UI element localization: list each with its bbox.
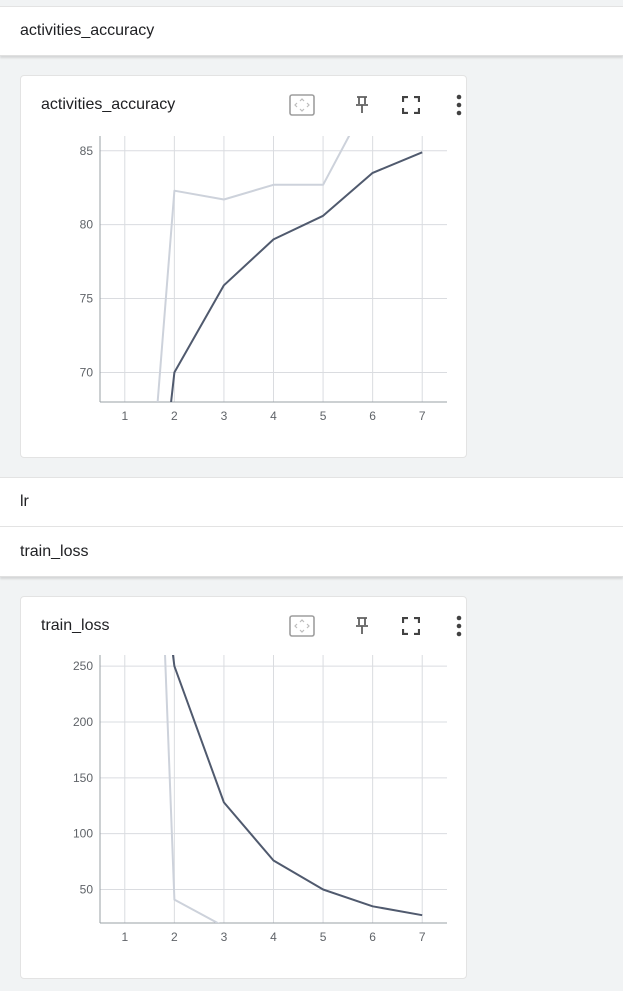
x-tick-label: 7 <box>419 409 426 423</box>
raw-series-line <box>156 136 351 402</box>
x-tick-label: 4 <box>270 409 277 423</box>
y-tick-label: 70 <box>80 365 94 379</box>
y-tick-label: 50 <box>80 883 94 897</box>
y-tick-label: 75 <box>80 292 94 306</box>
section-title: activities_accuracy <box>20 22 155 39</box>
y-tick-label: 100 <box>73 827 93 841</box>
x-tick-label: 6 <box>369 930 376 944</box>
chart-card-activities-accuracy: activities_accuracy 1 2 3 4 5 6 7 70 75 80 <box>20 75 467 458</box>
y-tick-label: 85 <box>80 144 94 158</box>
x-tick-label: 3 <box>221 409 228 423</box>
y-tick-label: 250 <box>73 659 93 673</box>
x-tick-label: 6 <box>369 409 376 423</box>
x-tick-label: 4 <box>270 930 277 944</box>
line-chart-activities-accuracy[interactable]: 1 2 3 4 5 6 7 70 75 80 85 <box>21 76 468 459</box>
section-title: train_loss <box>20 542 89 560</box>
section-header-activities-accuracy[interactable]: activities_accuracy <box>0 6 623 56</box>
x-tick-label: 5 <box>320 930 327 944</box>
x-tick-label: 1 <box>121 409 128 423</box>
y-tick-label: 150 <box>73 771 93 785</box>
x-tick-label: 3 <box>221 930 228 944</box>
line-chart-train-loss[interactable]: 1 2 3 4 5 6 7 50 100 150 200 250 <box>21 597 468 980</box>
y-tick-label: 200 <box>73 715 93 729</box>
x-tick-label: 1 <box>121 930 128 944</box>
y-tick-label: 80 <box>80 218 94 232</box>
x-tick-label: 2 <box>171 409 178 423</box>
x-tick-label: 7 <box>419 930 426 944</box>
section-header-train-loss[interactable]: train_loss <box>0 527 623 577</box>
section-title: lr <box>20 493 29 510</box>
chart-card-train-loss: train_loss 1 2 3 4 5 6 7 50 100 150 200 250 <box>20 596 467 979</box>
x-tick-label: 2 <box>171 930 178 944</box>
section-header-lr[interactable]: lr <box>0 477 623 527</box>
x-tick-label: 5 <box>320 409 327 423</box>
